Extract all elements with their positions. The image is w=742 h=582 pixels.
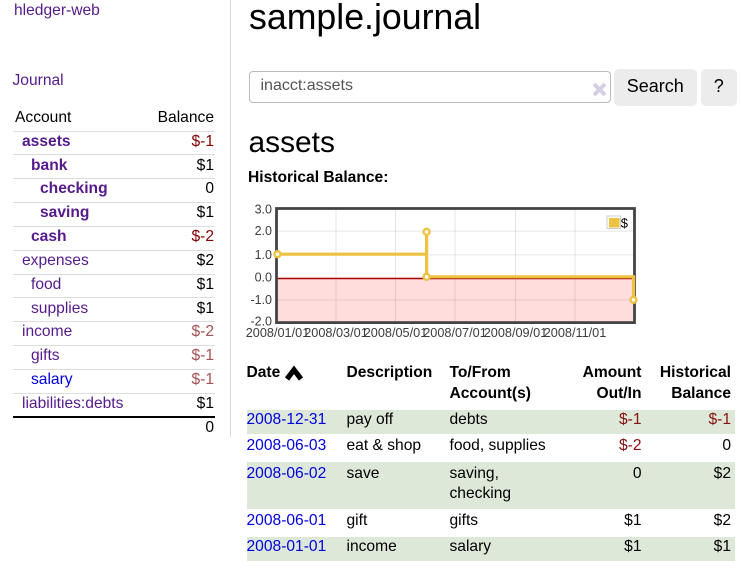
svg-text:$: $ [621, 215, 629, 230]
svg-text:1.0: 1.0 [255, 248, 272, 262]
svg-text:2.0: 2.0 [255, 224, 272, 238]
svg-text:2008/03/01: 2008/03/01 [304, 326, 368, 340]
svg-text:2008/11/01: 2008/11/01 [544, 326, 607, 340]
svg-text:3.0: 3.0 [255, 203, 272, 217]
svg-text:2008/05/01: 2008/05/01 [364, 326, 428, 340]
svg-text:0.0: 0.0 [255, 271, 272, 285]
svg-text:2008/09/01: 2008/09/01 [484, 326, 548, 340]
svg-text:-1.0: -1.0 [250, 293, 272, 307]
svg-text:2008/07/01: 2008/07/01 [423, 326, 487, 340]
svg-text:2008/01/01: 2008/01/01 [246, 326, 310, 340]
